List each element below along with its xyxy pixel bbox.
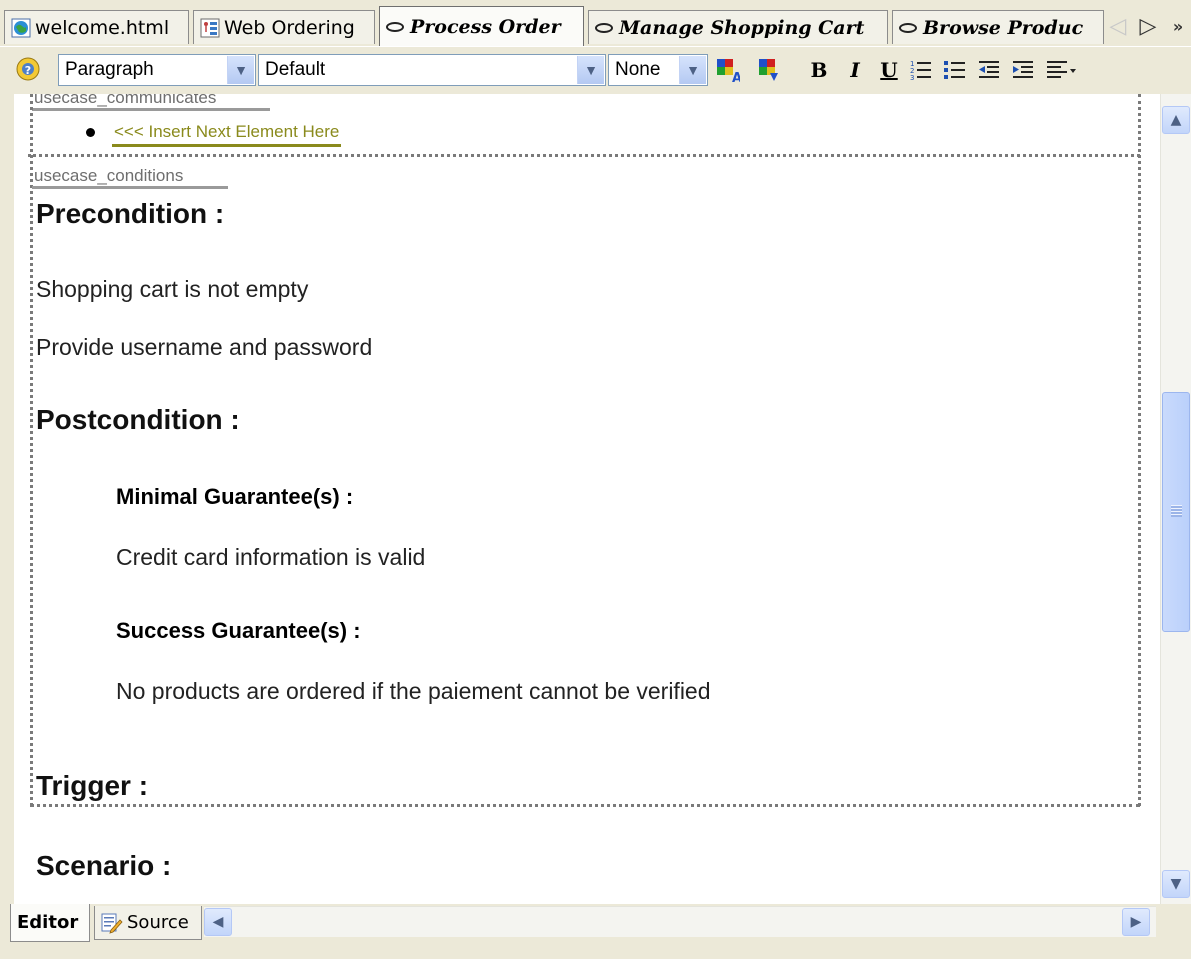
minimal-guarantee-heading: Minimal Guarantee(s) : — [116, 484, 354, 509]
vertical-scroll-thumb[interactable] — [1162, 392, 1190, 632]
scroll-left-icon[interactable]: ◀ — [204, 908, 232, 936]
underline-button[interactable]: U — [874, 55, 904, 85]
tab-source-label: Source — [127, 912, 189, 933]
foreground-color-button[interactable]: A — [712, 55, 742, 85]
editor-tab-bar: welcome.html Web Ordering Process Order … — [0, 0, 1191, 46]
numbered-list-button[interactable]: 1 2 3 — [906, 55, 936, 85]
svg-text:?: ? — [25, 64, 31, 77]
svg-text:A: A — [732, 71, 740, 83]
scroll-up-icon[interactable]: ▲ — [1162, 106, 1190, 134]
tab-label: Manage Shopping Cart — [619, 16, 865, 39]
tab-manage-shopping-cart[interactable]: Manage Shopping Cart — [588, 10, 888, 44]
highlight-color-icon — [759, 59, 778, 81]
background-color-button[interactable] — [754, 55, 784, 85]
text-color-icon: A — [717, 59, 740, 83]
horizontal-scrollbar[interactable]: ◀ ▶ — [204, 906, 1156, 937]
italic-label: I — [850, 58, 860, 82]
tab-source[interactable]: Source — [94, 906, 202, 940]
block-format-value: Paragraph — [65, 59, 154, 80]
section-border — [30, 804, 1140, 807]
block-format-select[interactable]: Paragraph ▼ — [58, 54, 256, 86]
outdent-button[interactable] — [974, 55, 1004, 85]
tab-list-chevron-icon[interactable]: » — [1168, 16, 1188, 42]
tab-web-ordering[interactable]: Web Ordering — [193, 10, 375, 44]
help-icon[interactable]: ? — [14, 55, 42, 83]
success-guarantee-heading: Success Guarantee(s) : — [116, 618, 361, 643]
editor-content[interactable]: usecase_communicates <<< Insert Next Ele… — [14, 94, 1160, 904]
tab-editor[interactable]: Editor — [10, 904, 90, 942]
grip-icon — [1171, 505, 1182, 517]
font-size-value: None — [615, 59, 661, 80]
section-border — [30, 94, 33, 806]
bullet-list-button[interactable] — [940, 55, 970, 85]
font-family-select[interactable]: Default ▼ — [258, 54, 606, 86]
bottom-bar: Editor Source ◀ ▶ — [0, 904, 1191, 959]
tab-scroll-right-icon[interactable]: ▷ — [1138, 14, 1158, 40]
scenario-heading: Scenario : — [36, 850, 172, 881]
scroll-down-icon[interactable]: ▼ — [1162, 870, 1190, 898]
outdent-icon — [979, 61, 999, 78]
html-file-icon — [11, 18, 31, 37]
minimal-guarantee-text: Credit card information is valid — [116, 544, 426, 570]
svg-text:3: 3 — [910, 74, 914, 82]
format-toolbar: ? Paragraph ▼ Default ▼ None ▼ A B I U 1… — [0, 46, 1191, 95]
indent-button[interactable] — [1008, 55, 1038, 85]
tab-process-order[interactable]: Process Order — [379, 6, 584, 46]
tab-label: Browse Produc — [923, 16, 1084, 39]
tab-label: Web Ordering — [224, 16, 355, 39]
tab-welcome-html[interactable]: welcome.html — [4, 10, 189, 44]
source-pencil-icon — [101, 913, 123, 934]
font-family-value: Default — [265, 59, 326, 80]
scroll-right-icon[interactable]: ▶ — [1122, 908, 1150, 936]
diagram-icon — [200, 18, 220, 37]
insert-next-element-placeholder[interactable]: <<< Insert Next Element Here — [112, 122, 342, 147]
precondition-item: Shopping cart is not empty — [36, 276, 309, 302]
chevron-down-icon[interactable]: ▼ — [227, 56, 254, 84]
bold-label: B — [810, 58, 828, 82]
tab-editor-label: Editor — [17, 912, 79, 933]
numbered-list-icon: 1 2 3 — [910, 60, 931, 82]
bullet-list-icon — [944, 61, 965, 79]
font-size-select[interactable]: None ▼ — [608, 54, 708, 86]
success-guarantee-text: No products are ordered if the paiement … — [116, 678, 711, 704]
trigger-heading: Trigger : — [36, 770, 149, 801]
postcondition-heading: Postcondition : — [36, 404, 240, 435]
usecase-oval-icon — [595, 22, 613, 33]
chevron-down-icon[interactable]: ▼ — [577, 56, 604, 84]
underline-label: U — [880, 58, 898, 82]
vertical-scrollbar[interactable]: ▲ ▼ — [1160, 94, 1191, 906]
precondition-heading: Precondition : — [36, 198, 225, 229]
alignment-dropdown-button[interactable] — [1042, 55, 1082, 85]
section-label-conditions: usecase_conditions — [32, 166, 228, 189]
section-border — [28, 154, 1140, 157]
bold-button[interactable]: B — [804, 55, 834, 85]
indent-icon — [1013, 61, 1033, 78]
usecase-oval-icon — [899, 22, 917, 33]
align-left-icon — [1047, 61, 1076, 78]
chevron-down-icon[interactable]: ▼ — [679, 56, 706, 84]
precondition-item: Provide username and password — [36, 334, 373, 360]
tab-label: Process Order — [410, 15, 561, 38]
tab-scroll-left-icon[interactable]: ◁ — [1108, 14, 1128, 40]
list-bullet — [86, 128, 95, 137]
section-border — [1138, 94, 1141, 806]
usecase-oval-icon — [386, 21, 404, 32]
tab-label: welcome.html — [35, 16, 170, 39]
tab-browse-products[interactable]: Browse Produc — [892, 10, 1104, 44]
italic-button[interactable]: I — [840, 55, 870, 85]
section-label-communicates: usecase_communicates — [32, 94, 270, 111]
